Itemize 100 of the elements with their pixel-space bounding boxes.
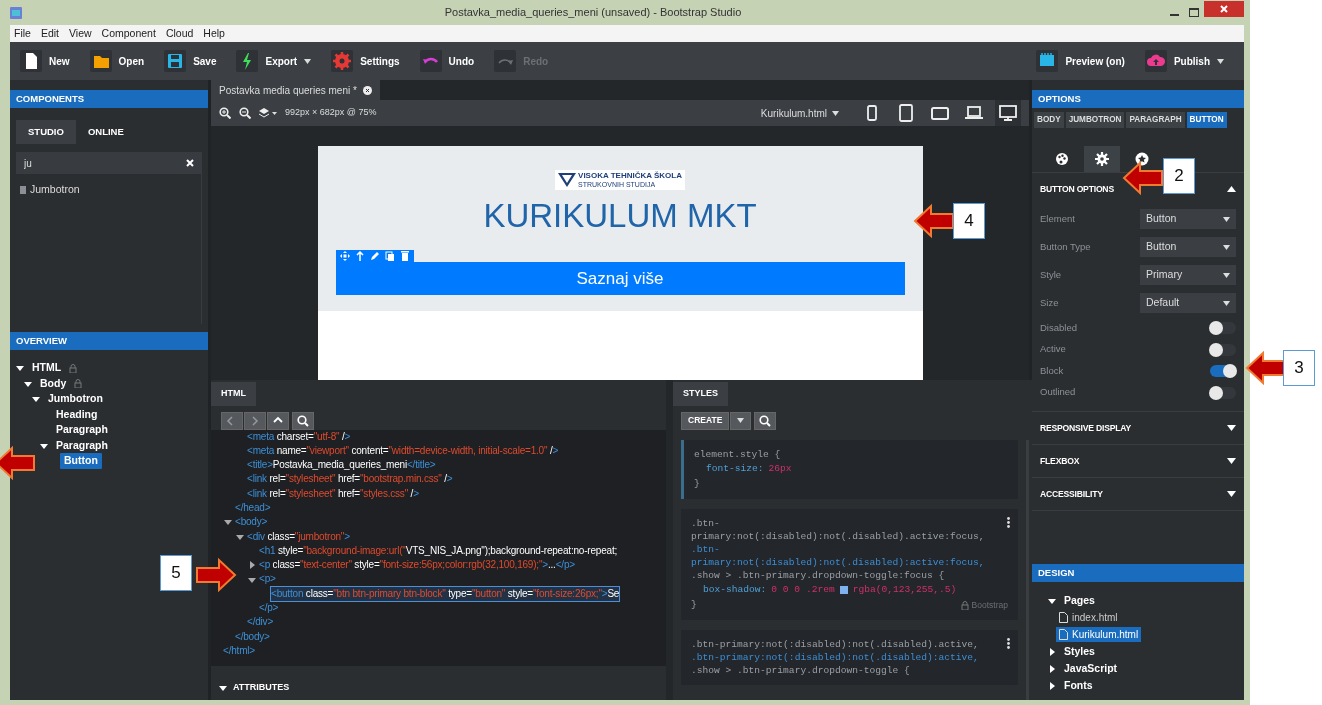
- expand-triangle-icon[interactable]: [248, 575, 256, 584]
- page-dropdown[interactable]: Kurikulum.html: [754, 104, 845, 122]
- code-line[interactable]: </head>: [235, 501, 271, 516]
- trash-icon[interactable]: [399, 250, 410, 261]
- expand-triangle-icon[interactable]: [24, 379, 32, 388]
- code-line[interactable]: <meta name="viewport" content="width=device-width, initial-scale=1.0" />: [247, 443, 559, 459]
- desktop-view-button[interactable]: [995, 100, 1021, 126]
- zoom-in-icon[interactable]: [219, 107, 231, 119]
- breadcrumb-item[interactable]: BUTTON: [1186, 112, 1227, 129]
- expand-icon[interactable]: [1227, 425, 1236, 432]
- up-arrow-icon[interactable]: [354, 250, 365, 261]
- expand-triangle-icon[interactable]: [16, 364, 24, 372]
- search-field[interactable]: ju: [16, 152, 202, 175]
- expand-triangle-icon[interactable]: [248, 561, 256, 570]
- kebab-menu-icon[interactable]: [1007, 638, 1010, 650]
- tree-item[interactable]: Pages: [1061, 592, 1098, 609]
- tree-item[interactable]: HTML: [28, 360, 66, 376]
- search-button[interactable]: [292, 411, 314, 430]
- code-line[interactable]: <link rel="stylesheet" href="bootstrap.min.css" />: [247, 472, 453, 487]
- maximize-icon[interactable]: [1189, 8, 1199, 17]
- close-button[interactable]: [1204, 0, 1244, 17]
- toolbar-button[interactable]: Save: [162, 48, 229, 74]
- page-file[interactable]: index.html: [1056, 610, 1121, 625]
- toggle-switch[interactable]: [1210, 386, 1236, 399]
- clear-icon[interactable]: [186, 159, 194, 168]
- tree-item[interactable]: Paragraph: [52, 422, 112, 438]
- search-result[interactable]: Jumbotron: [30, 182, 80, 198]
- tree-item[interactable]: Fonts: [1061, 677, 1096, 694]
- expand-triangle-icon[interactable]: [1048, 596, 1056, 605]
- toolbar-button[interactable]: New: [18, 48, 82, 74]
- code-line[interactable]: <p>: [259, 572, 276, 587]
- panel-tab[interactable]: STYLES: [673, 382, 728, 406]
- toolbar-button[interactable]: Export: [234, 48, 324, 74]
- tree-item[interactable]: Body: [36, 375, 71, 392]
- panel-tab[interactable]: STUDIO: [16, 120, 76, 145]
- code-line[interactable]: <h1 style="background-image:url("VTS_NIS_JA.png");background-repeat:no-repeat;: [259, 543, 618, 559]
- document-tab[interactable]: Postavka media queries meni *: [211, 80, 380, 100]
- tree-item[interactable]: Button: [60, 453, 102, 469]
- panel-tab[interactable]: HTML: [211, 382, 256, 406]
- up-button[interactable]: [267, 411, 289, 430]
- code-line[interactable]: <meta charset="utf-8" />: [247, 429, 351, 444]
- expand-triangle-icon[interactable]: [1048, 664, 1056, 673]
- breadcrumb-item[interactable]: JUMBOTRON: [1065, 112, 1125, 129]
- close-icon[interactable]: [362, 85, 372, 95]
- create-dropdown-button[interactable]: [730, 411, 752, 430]
- code-line[interactable]: <body>: [235, 515, 268, 530]
- menu-item[interactable]: Cloud: [165, 25, 194, 42]
- toolbar-button[interactable]: Settings: [329, 48, 412, 74]
- code-line[interactable]: </div>: [247, 615, 274, 630]
- collapse-icon[interactable]: [1227, 186, 1236, 193]
- toolbar-button[interactable]: Preview (on): [1034, 48, 1137, 74]
- code-line[interactable]: <p class="text-center" style="font-size:56px;color:rgb(32,100,169);">...</p>: [259, 558, 575, 573]
- preview-button[interactable]: Saznaj više: [335, 261, 905, 296]
- toggle-switch[interactable]: [1210, 322, 1236, 335]
- layers-icon[interactable]: [259, 107, 277, 119]
- options-tab[interactable]: [1084, 146, 1120, 173]
- section-title[interactable]: BUTTON OPTIONS: [1040, 182, 1114, 196]
- tree-item[interactable]: Styles: [1061, 643, 1098, 660]
- select-field[interactable]: Button: [1140, 237, 1236, 258]
- page-file[interactable]: Kurikulum.html: [1056, 627, 1142, 642]
- breadcrumb-item[interactable]: BODY: [1034, 112, 1064, 129]
- kebab-menu-icon[interactable]: [1007, 516, 1010, 528]
- breadcrumb-item[interactable]: PARAGRAPH: [1126, 112, 1185, 129]
- search-button[interactable]: [754, 411, 777, 430]
- tree-item[interactable]: Jumbotron: [44, 391, 107, 407]
- menu-item[interactable]: View: [69, 25, 92, 42]
- code-line[interactable]: <div class="jumbotron">: [247, 529, 350, 544]
- section-title[interactable]: ACCESSIBILITY: [1040, 487, 1103, 501]
- toolbar-button[interactable]: Publish: [1142, 48, 1236, 74]
- expand-triangle-icon[interactable]: [224, 518, 232, 527]
- zoom-out-icon[interactable]: [239, 107, 251, 119]
- toggle-switch[interactable]: [1210, 365, 1236, 378]
- expand-triangle-icon[interactable]: [32, 395, 40, 403]
- expand-triangle-icon[interactable]: [40, 441, 48, 450]
- expand-icon[interactable]: [1227, 458, 1236, 465]
- tree-item[interactable]: Paragraph: [52, 437, 112, 454]
- section-title[interactable]: RESPONSIVE DISPLAY: [1040, 421, 1132, 435]
- toolbar-button[interactable]: Open: [87, 48, 157, 74]
- expand-triangle-icon[interactable]: [1048, 647, 1056, 656]
- select-field[interactable]: Button: [1140, 209, 1236, 230]
- back-button[interactable]: [221, 411, 243, 430]
- toggle-switch[interactable]: [1210, 343, 1236, 356]
- tree-item[interactable]: JavaScript: [1061, 660, 1121, 677]
- expand-icon[interactable]: [1227, 491, 1236, 498]
- code-line[interactable]: </body>: [235, 629, 270, 644]
- menu-item[interactable]: File: [14, 25, 31, 42]
- section-title[interactable]: FLEXBOX: [1040, 454, 1080, 468]
- panel-tab[interactable]: ONLINE: [75, 120, 136, 145]
- menu-item[interactable]: Help: [203, 25, 225, 42]
- expand-triangle-icon[interactable]: [1048, 681, 1056, 690]
- select-field[interactable]: Primary: [1140, 265, 1236, 286]
- code-line[interactable]: </p>: [259, 601, 279, 616]
- copy-icon[interactable]: [384, 250, 395, 261]
- toolbar-button[interactable]: Undo: [417, 48, 487, 74]
- create-button[interactable]: CREATE: [681, 411, 730, 430]
- menu-item[interactable]: Edit: [40, 25, 59, 42]
- code-line[interactable]: <title>Postavka_media_queries_meni</title>: [247, 458, 436, 473]
- tree-item[interactable]: Heading: [52, 406, 102, 423]
- select-field[interactable]: Default: [1140, 293, 1236, 314]
- menu-item[interactable]: Component: [101, 25, 156, 42]
